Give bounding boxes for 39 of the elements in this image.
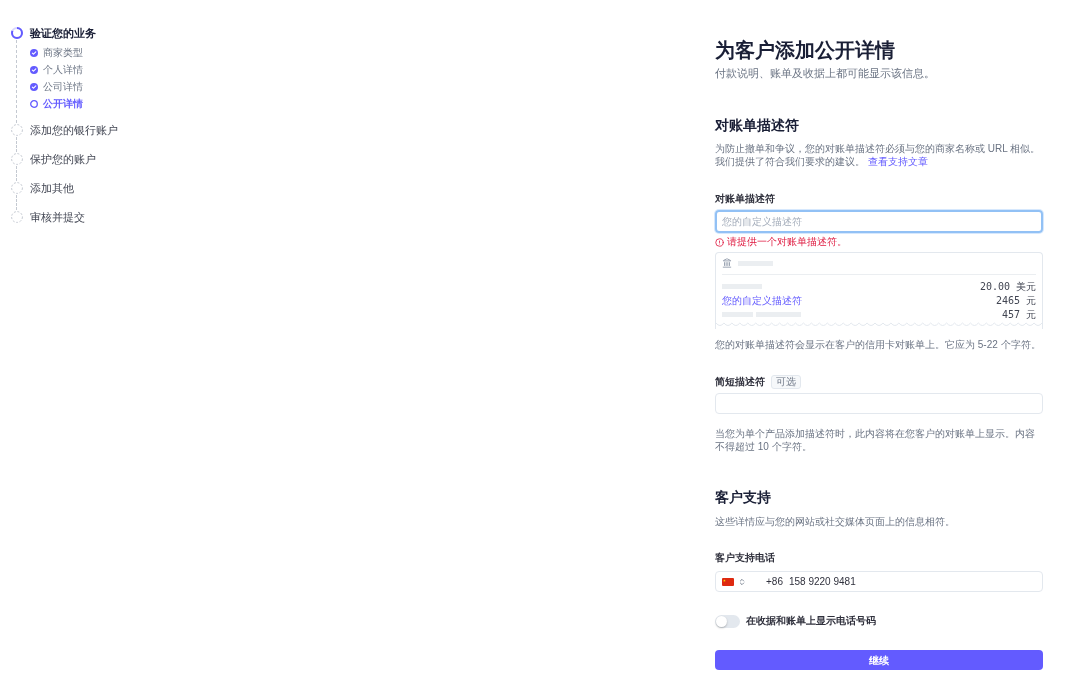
help-text: 您的对账单描述符会显示在客户的信用卡对账单上。它应为 5-22 个字符。	[715, 338, 1042, 352]
input-field[interactable]: 您的自定义描述符	[715, 210, 1043, 233]
amount: 20.00 美元	[979, 279, 1036, 293]
substep-label[interactable]: 个人详情	[43, 63, 83, 76]
section-heading: 客户支持	[715, 488, 772, 507]
phone-number: 158 9220 9481	[788, 575, 856, 588]
step-label[interactable]: 添加您的银行账户	[30, 123, 118, 137]
descriptor-preview: 您的自定义描述符	[722, 293, 802, 307]
country-code: +86	[766, 575, 783, 588]
optional-badge: 可选	[771, 375, 801, 389]
continue-button[interactable]: 继续	[715, 650, 1043, 670]
amount: 2465 元	[995, 293, 1036, 307]
field-label: 对账单描述符	[715, 192, 776, 206]
chevron-up-down-icon	[738, 577, 746, 586]
amount: 457 元	[1001, 307, 1036, 321]
step-label[interactable]: 验证您的业务	[30, 26, 96, 40]
country-selector[interactable]	[722, 577, 746, 586]
field-label: 客户支持电话	[715, 551, 776, 565]
help-text: 当您为单个产品添加描述符时，此内容将在您客户的对账单上显示。内容不得超过 10 个字符。	[715, 427, 1036, 453]
phone-field[interactable]: +86 158 9220 9481	[715, 571, 1043, 592]
substep-label[interactable]: 公开详情	[43, 97, 83, 110]
substep-label[interactable]: 公司详情	[43, 80, 83, 93]
step-label[interactable]: 审核并提交	[30, 210, 85, 224]
page-subtitle: 付款说明、账单及收据上都可能显示该信息。	[715, 66, 936, 81]
flag-icon	[722, 577, 734, 586]
substep-label[interactable]: 商家类型	[43, 46, 83, 59]
section-heading: 对账单描述符	[715, 116, 800, 135]
error-message: 请提供一个对账单描述符。	[727, 236, 847, 248]
field-label: 简短描述符	[715, 375, 765, 389]
bank-icon	[722, 258, 732, 268]
section-description: 为防止撤单和争议，您的对账单描述符必须与您的商家名称或 URL 相似。我们提供了符合我们要求的建议。 查看支持文章	[715, 142, 1042, 168]
page-title: 为客户添加公开详情	[715, 38, 896, 63]
alert-icon	[715, 237, 724, 247]
section-description: 这些详情应与您的网站或社交媒体页面上的信息相符。	[715, 515, 956, 529]
toggle-label: 在收据和账单上显示电话号码	[746, 614, 876, 628]
step-label[interactable]: 添加其他	[30, 181, 74, 195]
support-article-link[interactable]: 查看支持文章	[868, 156, 928, 167]
toggle-switch[interactable]	[715, 614, 740, 628]
step-label[interactable]: 保护您的账户	[30, 152, 96, 166]
